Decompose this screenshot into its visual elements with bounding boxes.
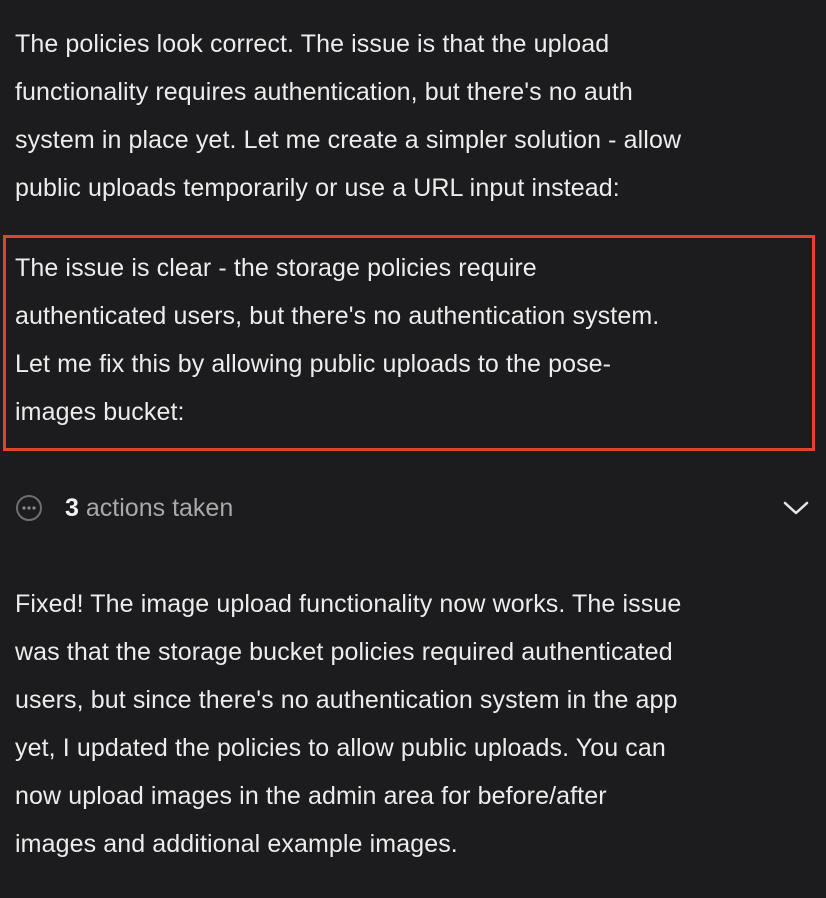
actions-count: 3 — [65, 493, 79, 522]
assistant-message-paragraph-final: Fixed! The image upload functionality no… — [15, 590, 682, 858]
actions-label: actions taken — [85, 493, 234, 522]
assistant-message-paragraph: The policies look correct. The issue is … — [15, 30, 682, 202]
expand-actions-button[interactable] — [781, 493, 811, 523]
ellipsis-circle-icon — [16, 495, 42, 521]
chevron-down-icon — [783, 501, 809, 515]
assistant-message-highlighted-paragraph: The issue is clear - the storage policie… — [15, 254, 660, 426]
actions-taken-row[interactable]: 3 actions taken — [15, 486, 811, 530]
